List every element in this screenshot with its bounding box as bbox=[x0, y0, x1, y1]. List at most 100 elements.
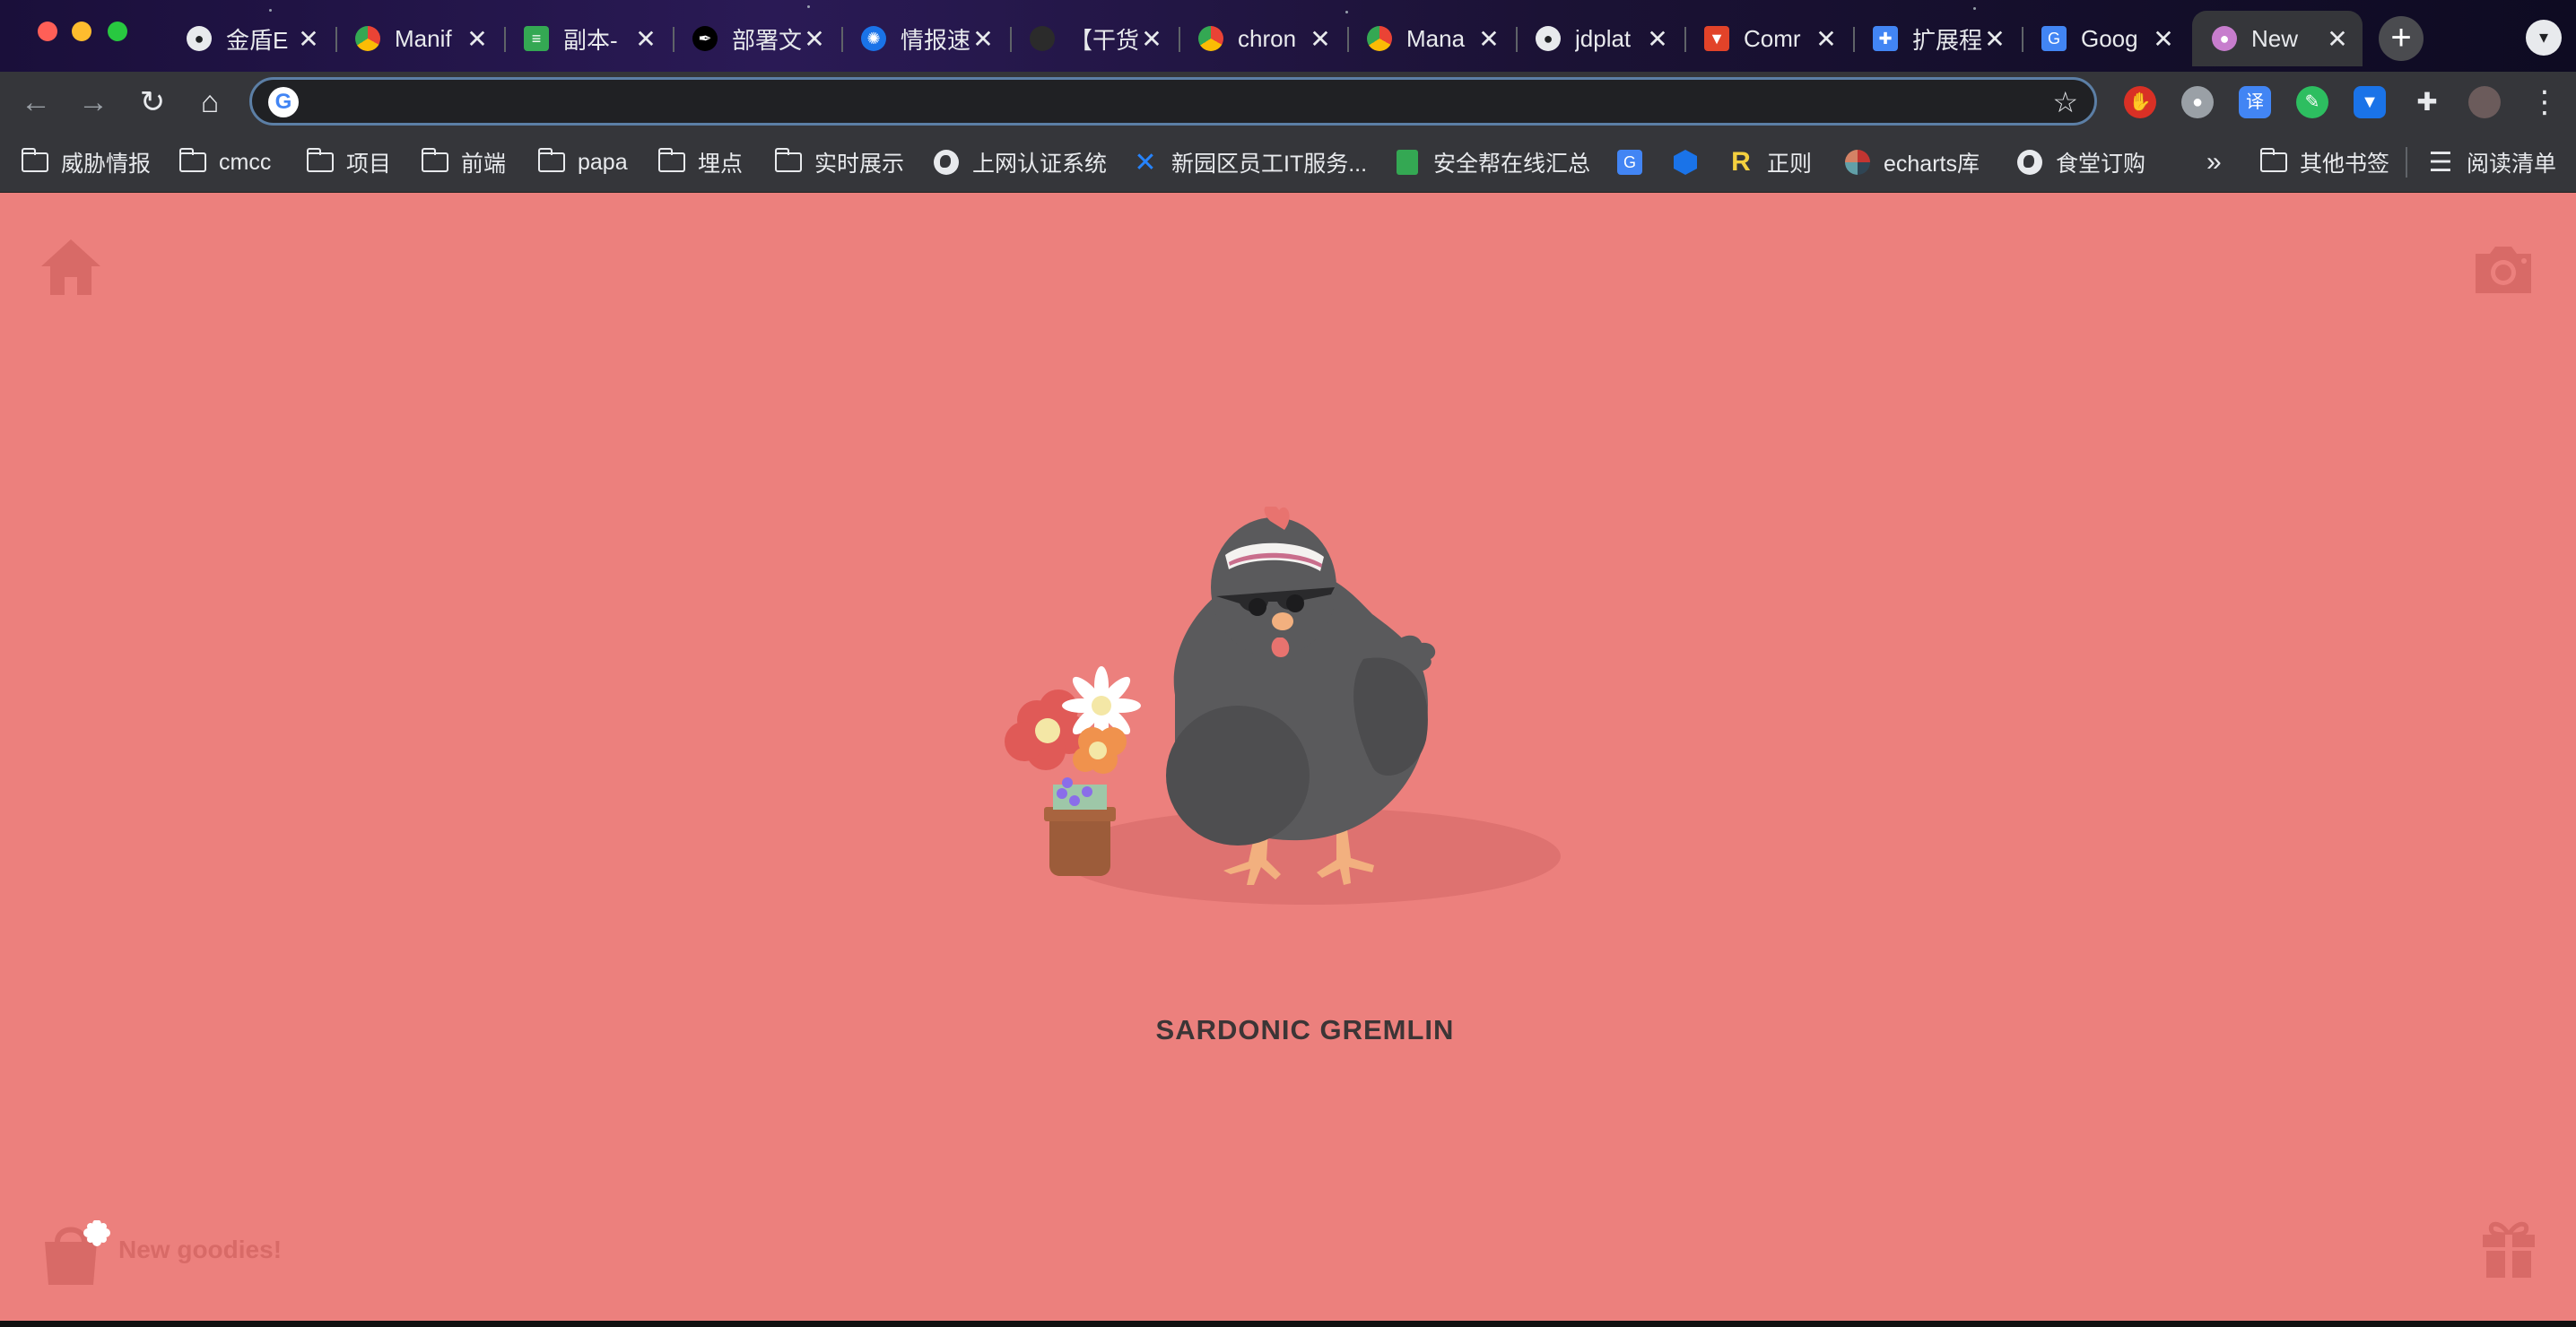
close-tab-icon[interactable]: ✕ bbox=[970, 24, 996, 54]
close-tab-icon[interactable]: ✕ bbox=[1476, 24, 1501, 54]
bookmark-star-icon[interactable]: ☆ bbox=[2052, 85, 2078, 119]
close-tab-icon[interactable]: ✕ bbox=[1308, 24, 1333, 54]
bookmark-link[interactable]: echarts库 bbox=[1844, 143, 1980, 181]
tab[interactable]: ≡ 副本- ✕ bbox=[504, 11, 671, 66]
close-tab-icon[interactable]: ✕ bbox=[296, 24, 321, 54]
close-tab-icon[interactable]: ✕ bbox=[2151, 24, 2176, 54]
extensions-puzzle-icon[interactable]: ✚ bbox=[2411, 86, 2443, 118]
bookmark-label: 其他书签 bbox=[2300, 152, 2390, 177]
bookmark-folder[interactable]: 威胁情报 bbox=[22, 143, 151, 181]
shopping-bag-icon[interactable] bbox=[41, 1220, 113, 1287]
camera-icon[interactable] bbox=[2472, 243, 2535, 295]
bookmark-label: echarts库 bbox=[1884, 152, 1980, 177]
new-tab-page: SARDONIC GREMLIN New goodies! bbox=[0, 193, 2576, 1321]
chrome-icon bbox=[1198, 26, 1223, 51]
adblock-extension-icon[interactable]: ✋ bbox=[2124, 86, 2156, 118]
chrome-menu-icon[interactable]: ⋮ bbox=[2529, 82, 2560, 122]
bookmark-folder[interactable]: 前端 bbox=[422, 143, 506, 181]
tab-separator bbox=[1853, 27, 1855, 52]
tab-separator bbox=[335, 27, 337, 52]
evernote-extension-icon[interactable]: ✎ bbox=[2296, 86, 2328, 118]
tab-separator bbox=[1010, 27, 1012, 52]
bookmark-label: 安全帮在线汇总 bbox=[1433, 152, 1591, 177]
tab-strip: ● 金盾E ✕ Manif ✕ ≡ 副本- ✕ ✒ 部署文 ✕ ✺ 情报速 ✕ … bbox=[0, 0, 2576, 72]
vpn-extension-icon[interactable]: ▼ bbox=[2354, 86, 2386, 118]
chrome-icon bbox=[355, 26, 380, 51]
back-button[interactable]: ← bbox=[16, 82, 56, 122]
reading-list-button[interactable]: ☰ 阅读清单 bbox=[2427, 143, 2556, 181]
tab-title: 部署文 bbox=[732, 26, 802, 54]
tab[interactable]: ● jdplat ✕ bbox=[1516, 11, 1683, 66]
close-tab-icon[interactable]: ✕ bbox=[465, 24, 490, 54]
tab[interactable]: G Goog ✕ bbox=[2022, 11, 2189, 66]
tab[interactable]: ▼ Comr ✕ bbox=[1684, 11, 1851, 66]
close-tab-icon[interactable]: ✕ bbox=[1645, 24, 1670, 54]
bookmark-folder[interactable]: papa bbox=[538, 143, 628, 181]
close-tab-icon[interactable]: ✕ bbox=[1982, 24, 2007, 54]
bookmark-label: 新园区员工IT服务... bbox=[1171, 152, 1368, 177]
folder-icon bbox=[538, 148, 565, 176]
bookmark-folder[interactable]: 项目 bbox=[307, 143, 391, 181]
new-tab-button[interactable]: + bbox=[2379, 16, 2424, 61]
other-bookmarks-folder[interactable]: 其他书签 bbox=[2260, 143, 2389, 181]
home-button[interactable]: ⌂ bbox=[190, 82, 230, 122]
tab[interactable]: chron ✕ bbox=[1179, 11, 1345, 66]
swirl-icon: ✺ bbox=[861, 26, 886, 51]
close-tab-icon[interactable]: ✕ bbox=[1139, 24, 1164, 54]
address-input[interactable] bbox=[315, 85, 2005, 119]
tab[interactable]: ● 金盾E ✕ bbox=[167, 11, 334, 66]
profile-avatar[interactable] bbox=[2468, 86, 2501, 118]
close-tab-icon[interactable]: ✕ bbox=[2325, 24, 2350, 54]
cube-icon bbox=[1672, 149, 1699, 176]
tab[interactable]: Mana ✕ bbox=[1347, 11, 1514, 66]
bookmark-label: cmcc bbox=[219, 149, 272, 175]
chrome-icon bbox=[1367, 26, 1392, 51]
bookmark-link[interactable]: G bbox=[1616, 143, 1656, 181]
bookmark-link[interactable]: 食堂订购 bbox=[2016, 143, 2145, 181]
background-star bbox=[807, 5, 810, 8]
bookmark-link[interactable]: 上网认证系统 bbox=[933, 143, 1107, 181]
bookmark-folder[interactable]: 埋点 bbox=[658, 143, 743, 181]
window-minimize-button[interactable] bbox=[72, 22, 91, 41]
tab-search-button[interactable]: ▾ bbox=[2526, 20, 2562, 56]
tab-title: 情报速 bbox=[901, 26, 970, 54]
folder-icon bbox=[179, 148, 206, 176]
forward-button[interactable]: → bbox=[74, 82, 113, 122]
window-close-button[interactable] bbox=[38, 22, 57, 41]
tab-active[interactable]: ● New ✕ bbox=[2192, 11, 2363, 66]
extension-icon[interactable]: ● bbox=[2181, 86, 2214, 118]
pet-name: SARDONIC GREMLIN bbox=[1155, 1014, 1455, 1045]
close-tab-icon[interactable]: ✕ bbox=[1814, 24, 1839, 54]
bookmark-link[interactable]: 安全帮在线汇总 bbox=[1394, 143, 1590, 181]
reload-button[interactable]: ↻ bbox=[133, 82, 172, 122]
new-goodies-link[interactable]: New goodies! bbox=[118, 1236, 282, 1264]
bookmark-label: papa bbox=[578, 149, 628, 175]
bookmark-folder[interactable]: 实时展示 bbox=[775, 143, 904, 181]
toolbar: ← → ↻ ⌂ G ☆ ✋ ● 译 ✎ ▼ ✚ ⋮ bbox=[0, 72, 2576, 133]
bookmark-link[interactable]: ✕ 新园区员工IT服务... bbox=[1132, 143, 1367, 181]
close-tab-icon[interactable]: ✕ bbox=[802, 24, 827, 54]
chicken-beak bbox=[1272, 612, 1293, 630]
bookmarks-overflow-button[interactable]: » bbox=[2206, 143, 2222, 181]
tab-separator bbox=[1684, 27, 1686, 52]
translate-extension-icon[interactable]: 译 bbox=[2239, 86, 2271, 118]
tab[interactable]: ✒ 部署文 ✕ bbox=[673, 11, 840, 66]
tab-title: Goog bbox=[2081, 24, 2138, 52]
close-tab-icon[interactable]: ✕ bbox=[633, 24, 658, 54]
bookmark-link[interactable]: R 正则 bbox=[1727, 143, 1812, 181]
bookmark-folder[interactable]: cmcc bbox=[179, 143, 271, 181]
bookmark-link[interactable] bbox=[1672, 143, 1711, 181]
translate-icon: G bbox=[2041, 26, 2067, 51]
tab-title: chron bbox=[1238, 24, 1297, 52]
home-icon[interactable] bbox=[39, 238, 102, 297]
tab[interactable]: ✺ 情报速 ✕ bbox=[841, 11, 1008, 66]
address-bar[interactable]: G ☆ bbox=[249, 77, 2097, 126]
tab-title: Mana bbox=[1406, 24, 1466, 52]
window-maximize-button[interactable] bbox=[108, 22, 127, 41]
tab[interactable]: Manif ✕ bbox=[335, 11, 502, 66]
gitlab-icon: ▼ bbox=[1704, 26, 1729, 51]
tab[interactable]: ✚ 扩展程 ✕ bbox=[1853, 11, 2020, 66]
gift-icon[interactable] bbox=[2481, 1217, 2537, 1279]
tab[interactable]: 【干货 ✕ bbox=[1010, 11, 1177, 66]
tab-title: New bbox=[2251, 24, 2299, 52]
